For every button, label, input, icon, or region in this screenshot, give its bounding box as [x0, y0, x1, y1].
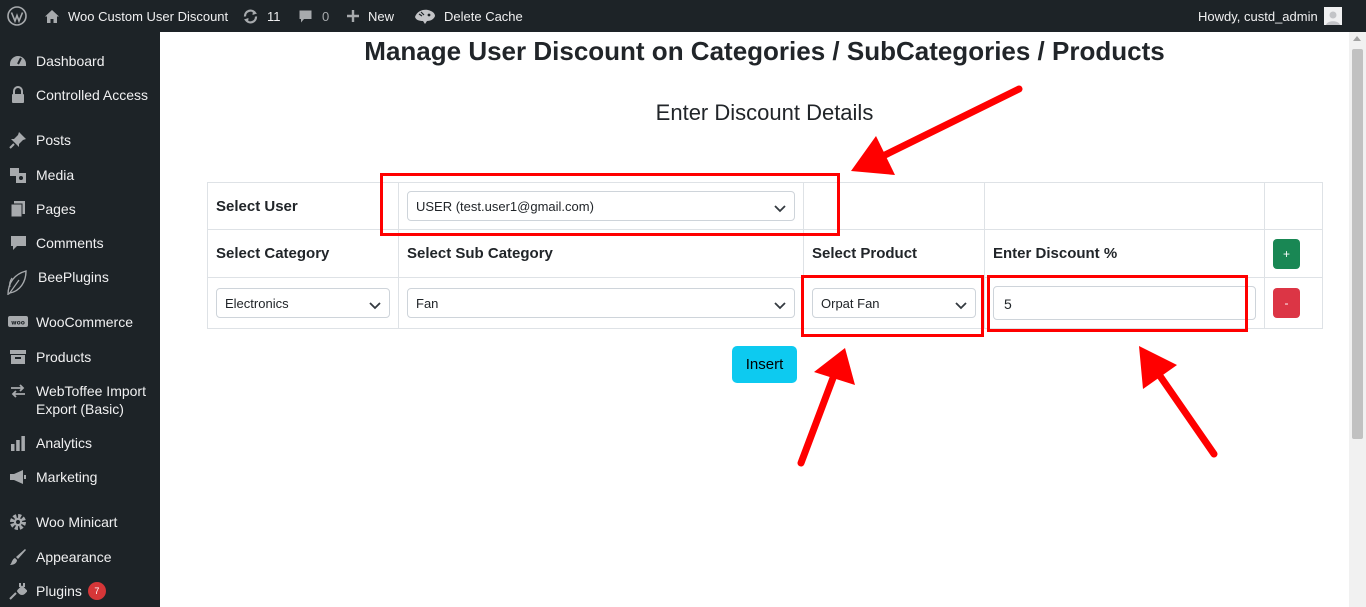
sidebar-item-label: Media	[36, 167, 75, 183]
sidebar-item-label: Analytics	[36, 435, 93, 451]
select-user-label: Select User	[207, 182, 399, 230]
sidebar-item-label: Dashboard	[36, 53, 105, 69]
sidebar-item-label: Comments	[36, 235, 104, 251]
sidebar-item-label: BeePlugins	[38, 269, 109, 285]
sidebar-item-label: Products	[36, 349, 92, 365]
sidebar-item-woocommerce[interactable]: woo WooCommerce	[0, 313, 160, 331]
sub-category-header: Select Sub Category	[398, 229, 804, 278]
insert-button[interactable]: Insert	[732, 346, 797, 383]
sidebar-item-comments[interactable]: Comments	[0, 234, 160, 252]
bar-chart-icon	[8, 434, 28, 452]
media-icon	[8, 166, 28, 184]
sidebar-item-label: WooCommerce	[36, 314, 133, 330]
category-header: Select Category	[207, 229, 399, 278]
new-content-link[interactable]: New	[346, 0, 394, 32]
new-label: New	[368, 8, 395, 24]
plugins-update-badge: 7	[87, 582, 106, 600]
section-title: Enter Discount Details	[655, 100, 874, 125]
chevron-down-icon	[774, 298, 786, 313]
cheetah-icon	[414, 8, 436, 25]
site-name: Woo Custom User Discount	[68, 8, 229, 24]
comments-count: 0	[322, 8, 330, 24]
updates-count: 11	[267, 8, 281, 24]
sidebar-item-label: WebToffee Import Export (Basic)	[36, 383, 146, 417]
sidebar-item-woo-minicart[interactable]: Woo Minicart	[0, 513, 160, 531]
remove-row-button[interactable]: -	[1273, 288, 1300, 318]
sidebar-item-plugins[interactable]: Plugins 7	[0, 582, 160, 600]
plug-icon	[8, 582, 28, 600]
sidebar-item-controlled-access[interactable]: Controlled Access	[0, 86, 160, 104]
sidebar-item-appearance[interactable]: Appearance	[0, 548, 160, 566]
admin-bar: Woo Custom User Discount 11 0 New Delete…	[0, 0, 1366, 32]
my-account-link[interactable]: Howdy, custd_admin	[1198, 0, 1342, 32]
sidebar-item-webtoffee-import-export[interactable]: WebToffee Import Export (Basic)	[0, 382, 160, 418]
sidebar-item-label: Woo Minicart	[36, 514, 118, 530]
category-select[interactable]: Electronics	[216, 288, 390, 318]
sidebar-item-media[interactable]: Media	[0, 166, 160, 184]
sub-category-select-value: Fan	[416, 295, 439, 311]
admin-sidebar: Dashboard Controlled Access Posts Media …	[0, 32, 160, 607]
wordpress-logo-icon[interactable]	[7, 0, 27, 32]
sidebar-item-label: Marketing	[36, 469, 98, 485]
comment-bubble-icon	[298, 9, 313, 24]
sidebar-item-products[interactable]: Products	[0, 348, 160, 366]
sidebar-item-beeplugins[interactable]: BeePlugins	[0, 268, 160, 298]
megaphone-icon	[8, 468, 28, 486]
discount-header: Enter Discount %	[984, 229, 1265, 278]
sidebar-item-dashboard[interactable]: Dashboard	[0, 52, 160, 70]
gear-icon	[8, 513, 28, 531]
pages-icon	[8, 200, 28, 218]
updates-link[interactable]: 11	[242, 0, 281, 32]
svg-text:woo: woo	[11, 320, 25, 327]
comment-icon	[8, 234, 28, 252]
page-scrollbar[interactable]	[1349, 32, 1366, 607]
scroll-up-arrow-icon[interactable]	[1353, 36, 1361, 41]
add-row-button[interactable]: +	[1273, 238, 1300, 269]
sub-category-select[interactable]: Fan	[407, 288, 795, 318]
dashboard-icon	[8, 52, 28, 70]
sidebar-item-label: Controlled Access	[36, 87, 149, 103]
sidebar-item-label: Posts	[36, 132, 72, 148]
site-name-link[interactable]: Woo Custom User Discount	[44, 0, 228, 32]
sidebar-item-posts[interactable]: Posts	[0, 131, 160, 149]
sidebar-item-label: Plugins	[36, 583, 82, 599]
howdy-text: Howdy, custd_admin	[1198, 8, 1318, 24]
import-export-icon	[8, 382, 28, 400]
delete-cache-link[interactable]: Delete Cache	[414, 0, 523, 32]
sidebar-item-label: Pages	[36, 201, 76, 217]
chevron-down-icon	[369, 298, 381, 313]
brush-icon	[8, 548, 28, 566]
home-icon	[44, 9, 60, 24]
page-title: Manage User Discount on Categories / Sub…	[364, 36, 1165, 66]
sidebar-item-label: Appearance	[36, 549, 112, 565]
lock-icon	[8, 86, 28, 104]
sidebar-item-marketing[interactable]: Marketing	[0, 468, 160, 486]
delete-cache-label: Delete Cache	[444, 8, 523, 24]
user-select-highlight	[380, 173, 840, 236]
product-select-highlight	[801, 275, 984, 337]
updates-icon	[242, 8, 259, 25]
comments-link[interactable]: 0	[298, 0, 329, 32]
leaf-icon	[5, 268, 29, 298]
scrollbar-thumb[interactable]	[1352, 49, 1363, 439]
product-header: Select Product	[803, 229, 985, 278]
plus-icon	[346, 9, 360, 23]
archive-icon	[8, 348, 28, 366]
pin-icon	[8, 131, 28, 149]
sidebar-item-pages[interactable]: Pages	[0, 200, 160, 218]
avatar	[1323, 7, 1342, 25]
category-select-value: Electronics	[225, 295, 289, 311]
sidebar-item-analytics[interactable]: Analytics	[0, 434, 160, 452]
woo-icon: woo	[8, 313, 28, 331]
discount-input-highlight	[987, 275, 1248, 332]
